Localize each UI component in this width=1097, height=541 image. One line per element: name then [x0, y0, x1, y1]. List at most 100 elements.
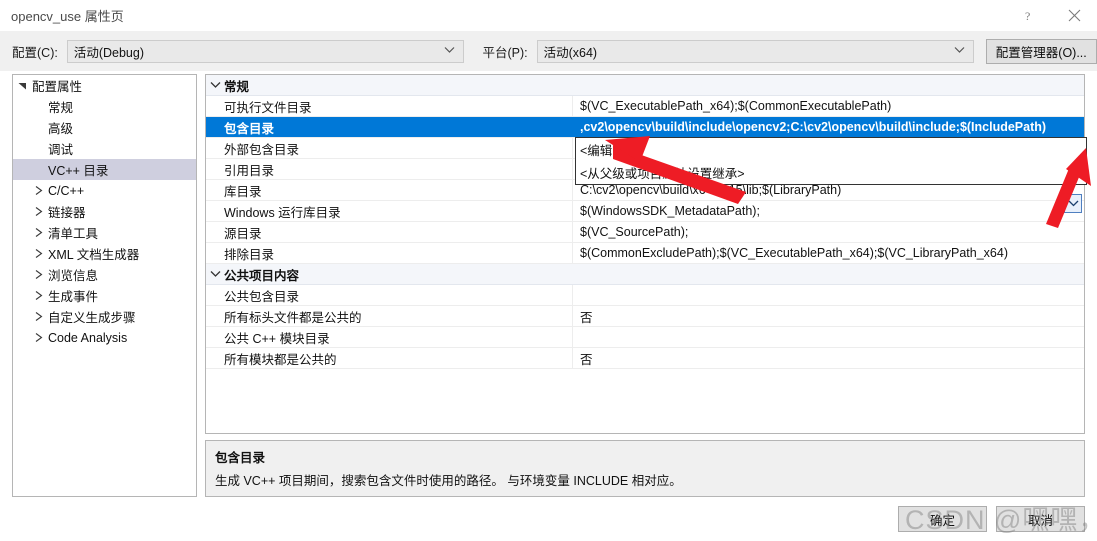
property-name: 引用目录: [206, 159, 573, 179]
property-pages-dialog: opencv_use 属性页 ? 配置(C): 活动(Debug) 平台(P):…: [0, 0, 1097, 541]
tree-item-label: XML 文档生成器: [48, 248, 140, 262]
collapsed-twisty-icon[interactable]: [29, 186, 47, 195]
tree-item-5[interactable]: C/C++: [13, 180, 196, 201]
configuration-manager-button[interactable]: 配置管理器(O)...: [985, 38, 1097, 64]
property-value[interactable]: $(WindowsSDK_MetadataPath);: [573, 201, 1084, 221]
property-row[interactable]: 所有标头文件都是公共的否: [206, 306, 1084, 327]
property-value[interactable]: ,cv2\opencv\build\include\opencv2;C:\cv2…: [573, 117, 1084, 137]
chevron-down-icon: [954, 46, 965, 57]
tree-item-label: 高级: [48, 122, 74, 136]
property-name: Windows 运行库目录: [206, 201, 573, 221]
description-body: 生成 VC++ 项目期间，搜索包含文件时使用的路径。 与环境变量 INCLUDE…: [215, 474, 682, 488]
property-row[interactable]: 排除目录 $(CommonExcludePath);$(VC_Executable…: [206, 243, 1084, 264]
property-grid-list: 常规可执行文件目录 $(VC_ExecutablePath_x64);$(Comm…: [206, 75, 1084, 369]
tree-item-label: 浏览信息: [48, 269, 99, 283]
collapsed-twisty-icon[interactable]: [29, 291, 47, 300]
property-name: 库目录: [206, 180, 573, 200]
grid-section-header-1[interactable]: 公共项目内容: [206, 264, 1084, 285]
tree-item-1[interactable]: 常规: [13, 96, 196, 117]
tree-item-9[interactable]: 浏览信息: [13, 264, 196, 285]
configuration-label: 配置(C):: [12, 42, 58, 61]
property-name: 所有模块都是公共的: [206, 348, 573, 368]
platform-label: 平台(P):: [482, 42, 527, 61]
property-row[interactable]: 公共包含目录: [206, 285, 1084, 306]
description-title: 包含目录: [215, 451, 266, 465]
property-row[interactable]: 可执行文件目录 $(VC_ExecutablePath_x64);$(Common…: [206, 96, 1084, 117]
value-dropdown-button[interactable]: [1064, 194, 1082, 213]
platform-label-text: 平台(P):: [482, 45, 528, 60]
tree-item-2[interactable]: 高级: [13, 117, 196, 138]
property-name: 公共 C++ 模块目录: [206, 327, 573, 347]
collapsed-twisty-icon[interactable]: [29, 207, 47, 216]
tree-item-11[interactable]: 自定义生成步骤: [13, 306, 196, 327]
tree-item-0[interactable]: 配置属性: [13, 75, 196, 96]
property-value[interactable]: [573, 327, 1084, 347]
tree-item-label: 调试: [48, 143, 74, 157]
grid-section-title: 常规: [224, 79, 250, 94]
property-grid[interactable]: 常规可执行文件目录 $(VC_ExecutablePath_x64);$(Comm…: [205, 74, 1085, 434]
tree-item-label: VC++ 目录: [48, 164, 109, 178]
property-row[interactable]: 包含目录 ,cv2\opencv\build\include\opencv2;C:…: [206, 117, 1084, 138]
section-expanded-icon[interactable]: [206, 270, 224, 278]
collapsed-twisty-icon[interactable]: [29, 228, 47, 237]
help-icon[interactable]: ?: [1005, 0, 1051, 31]
property-name: 所有标头文件都是公共的: [206, 306, 573, 326]
window-title: opencv_use 属性页: [11, 9, 124, 24]
tree-item-label: 自定义生成步骤: [48, 311, 136, 325]
property-row[interactable]: 源目录 $(VC_SourcePath);: [206, 222, 1084, 243]
configuration-tree[interactable]: 配置属性常规高级调试 VC++ 目录 C/C++ 链接器清单工具 XML 文档生成器 浏览…: [12, 74, 197, 497]
title-bar-buttons: ?: [1005, 0, 1097, 31]
chevron-down-icon: [444, 46, 455, 57]
dialog-footer: 确定 取消: [0, 497, 1097, 541]
title-bar: opencv_use 属性页 ?: [0, 0, 1097, 31]
dropdown-item-0[interactable]: <编辑...>: [576, 138, 1086, 161]
expanded-twisty-icon[interactable]: [13, 81, 31, 90]
tree-item-label: 常规: [48, 101, 74, 115]
collapsed-twisty-icon[interactable]: [29, 312, 47, 321]
collapsed-twisty-icon[interactable]: [29, 249, 47, 258]
dropdown-list: <编辑...> <从父级或项目默认设置继承>: [576, 138, 1086, 184]
property-value[interactable]: 否: [573, 348, 1084, 368]
configuration-combo[interactable]: 活动(Debug): [66, 39, 465, 63]
tree-item-4[interactable]: VC++ 目录: [13, 159, 196, 180]
grid-section-title: 公共项目内容: [224, 268, 300, 283]
collapsed-twisty-icon[interactable]: [29, 333, 47, 342]
tree-item-3[interactable]: 调试: [13, 138, 196, 159]
grid-section-header-0[interactable]: 常规: [206, 75, 1084, 96]
property-value[interactable]: [573, 285, 1084, 305]
tree-item-7[interactable]: 清单工具: [13, 222, 196, 243]
property-value[interactable]: $(VC_ExecutablePath_x64);$(CommonExecuta…: [573, 96, 1084, 116]
tree-item-12[interactable]: Code Analysis: [13, 327, 196, 348]
tree-item-label: C/C++: [48, 183, 85, 198]
value-dropdown-popup[interactable]: <编辑...> <从父级或项目默认设置继承>: [575, 137, 1087, 185]
tree-item-label: 配置属性: [32, 80, 83, 94]
ok-button[interactable]: 确定: [898, 506, 987, 532]
property-row[interactable]: 所有模块都是公共的否: [206, 348, 1084, 369]
property-name: 排除目录: [206, 243, 573, 263]
configuration-label-text: 配置(C):: [12, 45, 58, 60]
tree-item-label: 链接器: [48, 206, 86, 220]
tree-item-6[interactable]: 链接器: [13, 201, 196, 222]
configuration-combo-value: 活动(Debug): [73, 45, 144, 60]
cancel-button[interactable]: 取消: [996, 506, 1085, 532]
dropdown-item-1[interactable]: <从父级或项目默认设置继承>: [576, 161, 1086, 184]
close-icon[interactable]: [1051, 0, 1097, 31]
property-name: 源目录: [206, 222, 573, 242]
property-value[interactable]: $(CommonExcludePath);$(VC_ExecutablePath…: [573, 243, 1084, 263]
property-name: 外部包含目录: [206, 138, 573, 158]
section-expanded-icon[interactable]: [206, 81, 224, 89]
platform-combo[interactable]: 活动(x64): [536, 39, 974, 63]
property-value[interactable]: 否: [573, 306, 1084, 326]
tree-item-8[interactable]: XML 文档生成器: [13, 243, 196, 264]
svg-text:?: ?: [1025, 9, 1030, 23]
collapsed-twisty-icon[interactable]: [29, 270, 47, 279]
property-name: 可执行文件目录: [206, 96, 573, 116]
platform-combo-value: 活动(x64): [543, 45, 598, 60]
property-value[interactable]: $(VC_SourcePath);: [573, 222, 1084, 242]
tree-item-label: 生成事件: [48, 290, 99, 304]
property-row[interactable]: Windows 运行库目录 $(WindowsSDK_MetadataPath);: [206, 201, 1084, 222]
description-pane: 包含目录 生成 VC++ 项目期间，搜索包含文件时使用的路径。 与环境变量 IN…: [205, 440, 1085, 497]
property-row[interactable]: 公共 C++ 模块目录: [206, 327, 1084, 348]
tree-item-label: 清单工具: [48, 227, 99, 241]
tree-item-10[interactable]: 生成事件: [13, 285, 196, 306]
